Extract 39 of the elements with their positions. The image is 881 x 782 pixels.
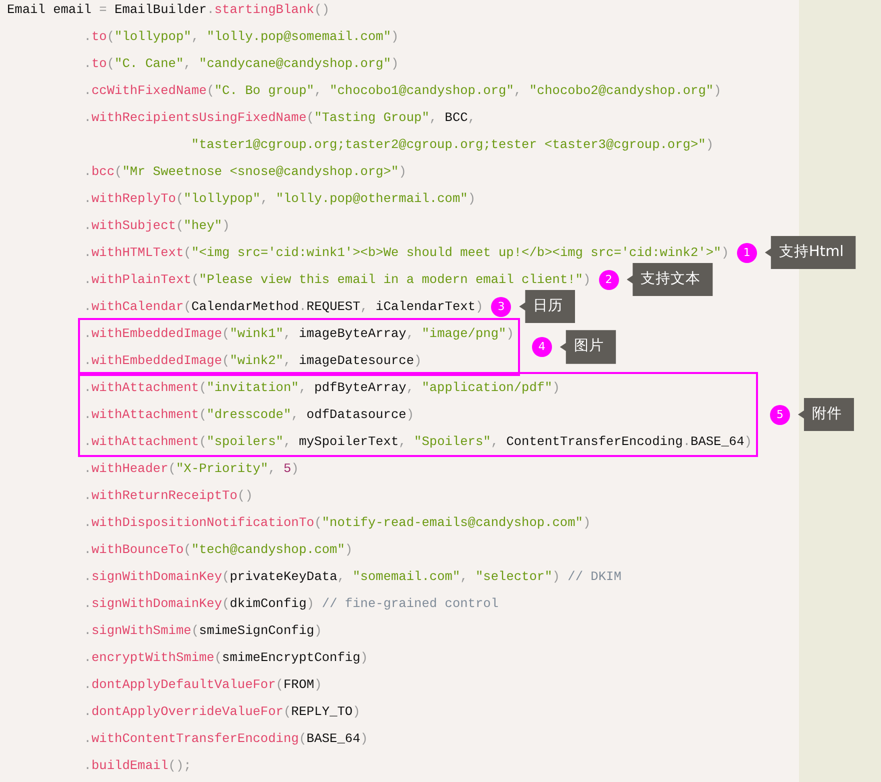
- code-line: .withHTMLText("<img src='cid:wink1'><b>We should meet up!</b><img src='cid:wink2'>"): [82, 244, 729, 262]
- number-badge: 1: [736, 242, 757, 262]
- code-line: .withAttachment("invitation", pdfByteArray, "application/pdf"): [84, 379, 560, 397]
- code-line: .dontApplyDefaultValueFor(FROM): [82, 676, 322, 694]
- code-line: .withPlainText("Please view this email in a modern email client!"): [82, 271, 591, 289]
- code-line: .withAttachment("dresscode", odfDatasource): [84, 406, 414, 424]
- annotation-callout: 支持Html: [764, 236, 856, 270]
- annotation-callout: 支持文本: [626, 262, 713, 296]
- code-line: .withDispositionNotificationTo("notify-read-emails@candyshop.com"): [82, 514, 591, 532]
- code-line: .signWithDomainKey(dkimConfig) // fine-grained control: [82, 595, 499, 613]
- code-line: .dontApplyOverrideValueFor(REPLY_TO): [82, 703, 360, 721]
- code-line: .withBounceTo("tech@candyshop.com"): [82, 541, 353, 559]
- code-line: .to("C. Cane", "candycane@candyshop.org"): [82, 55, 399, 73]
- number-badge: 3: [491, 296, 512, 316]
- annotation-callout: 日历: [519, 290, 576, 324]
- code-line: .withSubject("hey"): [82, 217, 230, 235]
- code-line: .withCalendar(CalendarMethod.REQUEST, iCalendarText): [82, 298, 484, 316]
- number-badge: 5: [770, 404, 790, 424]
- code-line: .withReplyTo("lollypop", "lolly.pop@othermail.com"): [82, 190, 476, 208]
- code-line: .withHeader("X-Priority", 5): [82, 460, 299, 478]
- code-line: .withRecipientsUsingFixedName("Tasting Group", BCC,: [82, 109, 476, 127]
- code-line: .bcc("Mr Sweetnose <snose@candyshop.org>"): [82, 163, 406, 181]
- code-line: .withAttachment("spoilers", mySpoilerText, "Spoilers", ContentTransferEncoding.BASE_64): [84, 433, 752, 451]
- annotation-callout: 图片: [560, 330, 616, 364]
- number-badge: 4: [532, 337, 552, 357]
- code-line: .withEmbeddedImage("wink2", imageDatesource): [84, 352, 422, 370]
- code-line: .withReturnReceiptTo(): [82, 487, 253, 505]
- code-line: .encryptWithSmime(smimeEncryptConfig): [82, 649, 368, 667]
- annotation-callout: 附件: [798, 398, 854, 432]
- code-line: .signWithSmime(smimeSignConfig): [82, 622, 322, 640]
- code-line: .to("lollypop", "lolly.pop@somemail.com"): [82, 28, 399, 46]
- number-badge: 2: [598, 270, 619, 290]
- code-line: .ccWithFixedName("C. Bo group", "chocobo1@candyshop.org", "chocobo2@candyshop.org"): [82, 82, 722, 100]
- code-line: "taster1@cgroup.org;taster2@cgroup.org;tester <taster3@cgroup.org>"): [190, 136, 714, 154]
- code-line: Email email = EmailBuilder.startingBlank(): [7, 1, 330, 19]
- code-line: .buildEmail();: [82, 757, 192, 775]
- code-line: .withContentTransferEncoding(BASE_64): [82, 730, 368, 748]
- code-line: .signWithDomainKey(privateKeyData, "somemail.com", "selector") // DKIM: [82, 568, 622, 586]
- code-line: .withEmbeddedImage("wink1", imageByteArray, "image/png"): [84, 325, 514, 343]
